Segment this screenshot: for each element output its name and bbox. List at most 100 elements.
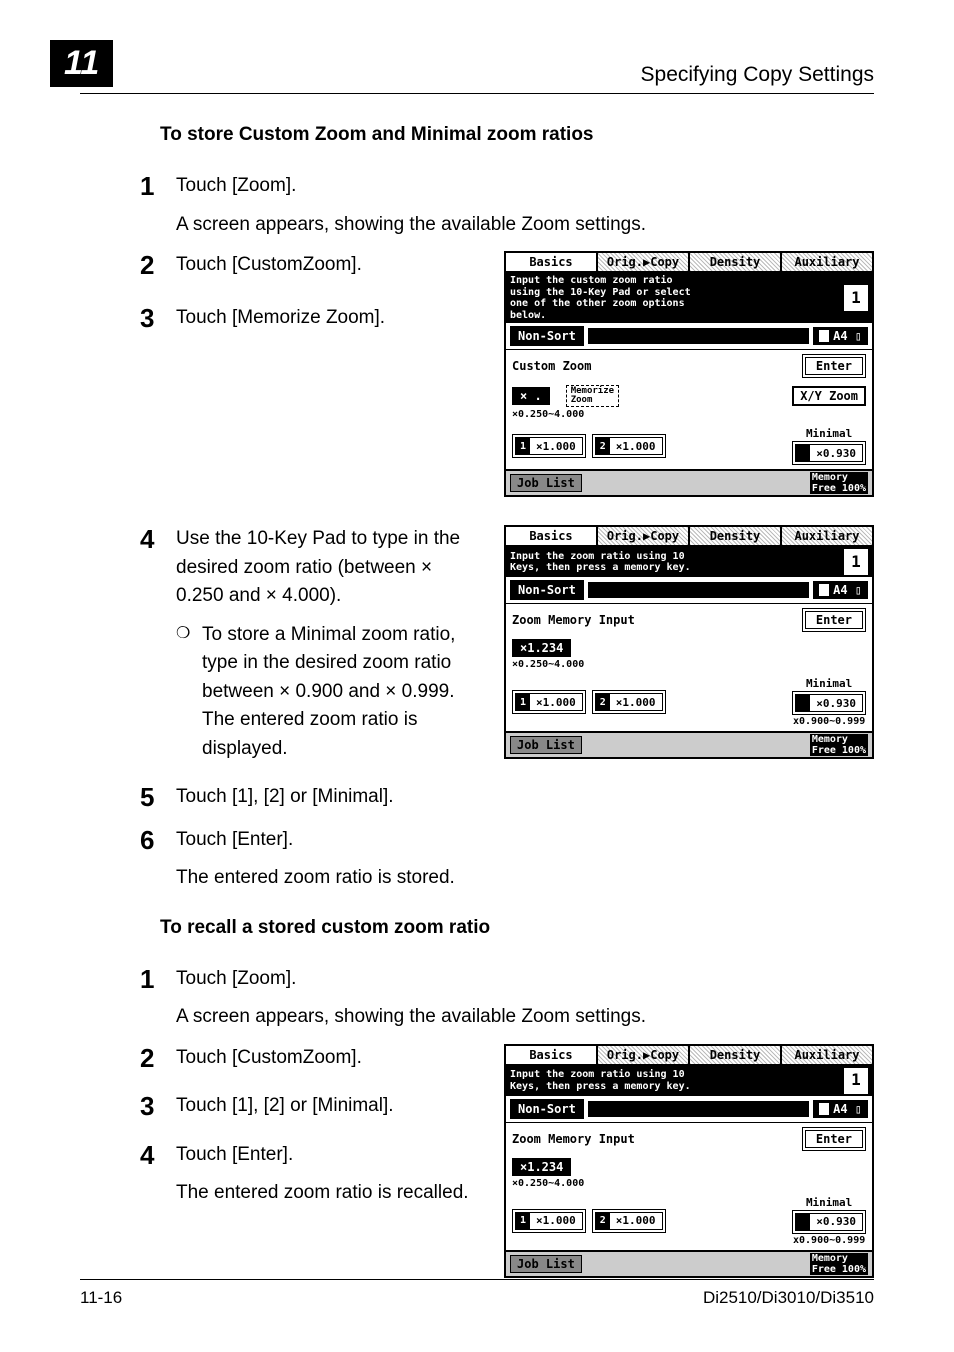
step-number: 4 <box>140 525 176 763</box>
screenshot-zoom-memory-recall: Basics Orig.▶Copy Density Auxiliary Inpu… <box>504 1044 874 1278</box>
message-text: Input the zoom ratio using 10 Keys, then… <box>510 1069 840 1092</box>
tab-auxiliary[interactable]: Auxiliary <box>782 253 872 271</box>
memorize-zoom-button[interactable]: Memorize Zoom <box>566 385 619 407</box>
step-number: 2 <box>140 251 176 280</box>
job-list-button[interactable]: Job List <box>510 736 582 754</box>
tab-basics[interactable]: Basics <box>506 1046 598 1064</box>
page-header: 11 Specifying Copy Settings <box>80 40 874 94</box>
enter-button[interactable]: Enter <box>802 1127 866 1151</box>
tab-auxiliary[interactable]: Auxiliary <box>782 527 872 545</box>
job-list-button[interactable]: Job List <box>510 474 582 492</box>
memory-1-button[interactable]: 1×1.000 <box>512 1209 586 1233</box>
step-text: Touch [Zoom]. <box>176 965 874 994</box>
step-number: 3 <box>140 304 176 333</box>
minimal-label: Minimal <box>792 1196 866 1209</box>
page-number: 11-16 <box>80 1288 122 1308</box>
zoom-range-text: ×0.250∼4.000 <box>512 1178 866 1189</box>
tab-basics[interactable]: Basics <box>506 253 598 271</box>
step-number: 5 <box>140 783 176 812</box>
step-text: Touch [CustomZoom]. <box>176 1044 484 1073</box>
step-text: Touch [Zoom]. <box>176 172 874 201</box>
step-number: 2 <box>140 1044 176 1073</box>
paper-label: A4 ▯ <box>833 583 862 597</box>
paper-label: A4 ▯ <box>833 1102 862 1116</box>
minimal-button[interactable]: ×0.930 <box>792 1210 866 1234</box>
step-desc: A screen appears, showing the available … <box>176 211 874 240</box>
paper-indicator: A4 ▯ <box>813 327 868 345</box>
tab-orig-copy[interactable]: Orig.▶Copy <box>598 1046 690 1064</box>
zoom-range-text: ×0.250∼4.000 <box>512 409 866 420</box>
minimal-label: Minimal <box>792 677 866 690</box>
zoom-memory-input-label: Zoom Memory Input <box>512 1132 635 1146</box>
copy-count: 1 <box>844 1068 868 1094</box>
minimal-button[interactable]: ×0.930 <box>792 691 866 715</box>
chapter-number: 11 <box>50 40 113 87</box>
step-number: 4 <box>140 1141 176 1208</box>
enter-button[interactable]: Enter <box>802 608 866 632</box>
step-text: Touch [Enter]. <box>176 1141 484 1170</box>
tab-basics[interactable]: Basics <box>506 527 598 545</box>
memory-2-button[interactable]: 2×1.000 <box>592 690 666 714</box>
copy-count: 1 <box>844 549 868 575</box>
memory-free-indicator: Memory Free 100% <box>810 472 868 494</box>
minimal-button[interactable]: ×0.930 <box>792 441 866 465</box>
strip-bar <box>588 328 809 344</box>
minimal-range-text: x0.900∼0.999 <box>792 716 866 727</box>
message-text: Input the zoom ratio using 10 Keys, then… <box>510 551 840 574</box>
paper-indicator: A4 ▯ <box>813 581 868 599</box>
paper-icon <box>819 584 829 596</box>
memory-free-indicator: Memory Free 100% <box>810 734 868 756</box>
memory-2-button[interactable]: 2×1.000 <box>592 434 666 458</box>
section-b-heading: To recall a stored custom zoom ratio <box>160 917 874 939</box>
memory-free-indicator: Memory Free 100% <box>810 1253 868 1275</box>
strip-bar <box>588 1101 809 1117</box>
step-text: Touch [Enter]. <box>176 826 874 855</box>
zoom-display: × . <box>512 387 550 405</box>
step-number: 3 <box>140 1092 176 1121</box>
minimal-range-text: x0.900∼0.999 <box>792 1235 866 1246</box>
page-footer: 11-16 Di2510/Di3010/Di3510 <box>80 1279 874 1308</box>
tab-density[interactable]: Density <box>690 527 782 545</box>
step-number: 1 <box>140 965 176 1032</box>
zoom-display: ×1.234 <box>512 1158 571 1176</box>
zoom-display: ×1.234 <box>512 639 571 657</box>
minimal-label: Minimal <box>792 427 866 440</box>
zoom-memory-input-label: Zoom Memory Input <box>512 613 635 627</box>
tab-auxiliary[interactable]: Auxiliary <box>782 1046 872 1064</box>
memory-1-button[interactable]: 1×1.000 <box>512 434 586 458</box>
tab-orig-copy[interactable]: Orig.▶Copy <box>598 527 690 545</box>
step-desc: A screen appears, showing the available … <box>176 1003 874 1032</box>
step-text: Touch [1], [2] or [Minimal]. <box>176 1092 484 1121</box>
non-sort-button[interactable]: Non-Sort <box>510 326 584 346</box>
substep-text: To store a Minimal zoom ratio, type in t… <box>202 621 484 764</box>
screenshot-custom-zoom: Basics Orig.▶Copy Density Auxiliary Inpu… <box>504 251 874 497</box>
paper-icon <box>819 1103 829 1115</box>
step-number: 1 <box>140 172 176 239</box>
memory-2-button[interactable]: 2×1.000 <box>592 1209 666 1233</box>
non-sort-button[interactable]: Non-Sort <box>510 1099 584 1119</box>
step-number: 6 <box>140 826 176 893</box>
custom-zoom-label: Custom Zoom <box>512 359 591 373</box>
step-text: Use the 10-Key Pad to type in the desire… <box>176 525 484 611</box>
step-text: Touch [1], [2] or [Minimal]. <box>176 783 874 812</box>
enter-button[interactable]: Enter <box>802 354 866 378</box>
non-sort-button[interactable]: Non-Sort <box>510 580 584 600</box>
bullet-icon: ❍ <box>176 621 202 764</box>
section-a-heading: To store Custom Zoom and Minimal zoom ra… <box>160 124 874 146</box>
job-list-button[interactable]: Job List <box>510 1255 582 1273</box>
tab-density[interactable]: Density <box>690 253 782 271</box>
header-title: Specifying Copy Settings <box>641 63 874 87</box>
xy-zoom-button[interactable]: X/Y Zoom <box>792 386 866 406</box>
message-text: Input the custom zoom ratio using the 10… <box>510 275 840 321</box>
tab-density[interactable]: Density <box>690 1046 782 1064</box>
step-text: Touch [Memorize Zoom]. <box>176 304 484 333</box>
paper-icon <box>819 330 829 342</box>
copy-count: 1 <box>844 285 868 311</box>
paper-label: A4 ▯ <box>833 329 862 343</box>
model-label: Di2510/Di3010/Di3510 <box>703 1288 874 1308</box>
memory-1-button[interactable]: 1×1.000 <box>512 690 586 714</box>
paper-indicator: A4 ▯ <box>813 1100 868 1118</box>
tab-orig-copy[interactable]: Orig.▶Copy <box>598 253 690 271</box>
step-desc: The entered zoom ratio is stored. <box>176 864 874 893</box>
strip-bar <box>588 582 809 598</box>
